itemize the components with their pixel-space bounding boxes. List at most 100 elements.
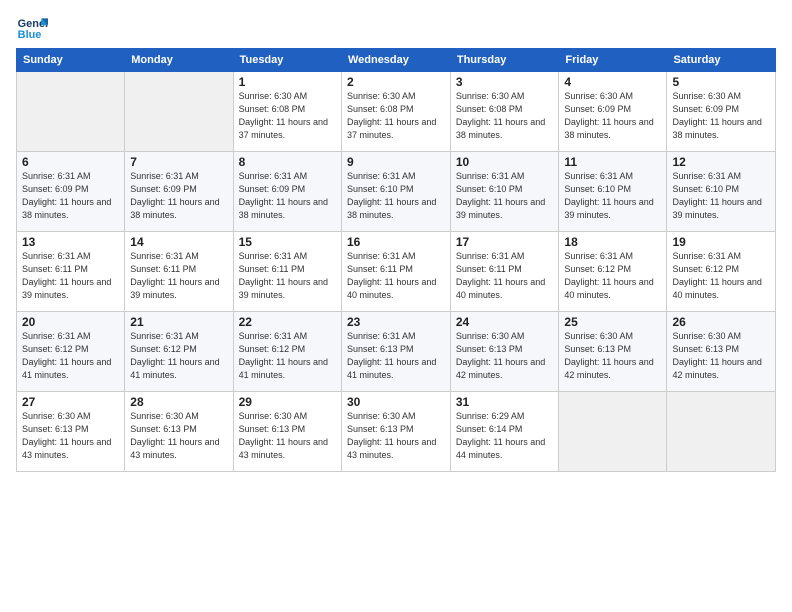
calendar-cell <box>559 392 667 472</box>
day-number: 28 <box>130 395 227 409</box>
calendar-cell: 6Sunrise: 6:31 AM Sunset: 6:09 PM Daylig… <box>17 152 125 232</box>
day-number: 1 <box>239 75 336 89</box>
calendar-cell: 22Sunrise: 6:31 AM Sunset: 6:12 PM Dayli… <box>233 312 341 392</box>
day-info: Sunrise: 6:31 AM Sunset: 6:12 PM Dayligh… <box>22 330 119 382</box>
calendar-cell: 3Sunrise: 6:30 AM Sunset: 6:08 PM Daylig… <box>450 72 559 152</box>
calendar-cell: 20Sunrise: 6:31 AM Sunset: 6:12 PM Dayli… <box>17 312 125 392</box>
calendar-cell: 2Sunrise: 6:30 AM Sunset: 6:08 PM Daylig… <box>341 72 450 152</box>
calendar-cell: 21Sunrise: 6:31 AM Sunset: 6:12 PM Dayli… <box>125 312 233 392</box>
day-info: Sunrise: 6:30 AM Sunset: 6:09 PM Dayligh… <box>672 90 770 142</box>
calendar-cell: 1Sunrise: 6:30 AM Sunset: 6:08 PM Daylig… <box>233 72 341 152</box>
day-info: Sunrise: 6:31 AM Sunset: 6:12 PM Dayligh… <box>672 250 770 302</box>
day-info: Sunrise: 6:31 AM Sunset: 6:11 PM Dayligh… <box>456 250 554 302</box>
day-info: Sunrise: 6:31 AM Sunset: 6:10 PM Dayligh… <box>564 170 661 222</box>
calendar-cell: 14Sunrise: 6:31 AM Sunset: 6:11 PM Dayli… <box>125 232 233 312</box>
col-header-tuesday: Tuesday <box>233 49 341 72</box>
day-info: Sunrise: 6:31 AM Sunset: 6:10 PM Dayligh… <box>672 170 770 222</box>
calendar-cell: 15Sunrise: 6:31 AM Sunset: 6:11 PM Dayli… <box>233 232 341 312</box>
calendar-cell <box>125 72 233 152</box>
day-info: Sunrise: 6:31 AM Sunset: 6:11 PM Dayligh… <box>130 250 227 302</box>
calendar-cell: 4Sunrise: 6:30 AM Sunset: 6:09 PM Daylig… <box>559 72 667 152</box>
day-info: Sunrise: 6:31 AM Sunset: 6:12 PM Dayligh… <box>564 250 661 302</box>
day-info: Sunrise: 6:30 AM Sunset: 6:08 PM Dayligh… <box>347 90 445 142</box>
col-header-wednesday: Wednesday <box>341 49 450 72</box>
day-info: Sunrise: 6:30 AM Sunset: 6:13 PM Dayligh… <box>564 330 661 382</box>
day-info: Sunrise: 6:31 AM Sunset: 6:09 PM Dayligh… <box>130 170 227 222</box>
day-number: 30 <box>347 395 445 409</box>
calendar-cell: 30Sunrise: 6:30 AM Sunset: 6:13 PM Dayli… <box>341 392 450 472</box>
calendar-cell: 5Sunrise: 6:30 AM Sunset: 6:09 PM Daylig… <box>667 72 776 152</box>
calendar-cell: 19Sunrise: 6:31 AM Sunset: 6:12 PM Dayli… <box>667 232 776 312</box>
day-number: 5 <box>672 75 770 89</box>
calendar-cell: 25Sunrise: 6:30 AM Sunset: 6:13 PM Dayli… <box>559 312 667 392</box>
day-number: 10 <box>456 155 554 169</box>
day-info: Sunrise: 6:31 AM Sunset: 6:13 PM Dayligh… <box>347 330 445 382</box>
calendar-cell: 8Sunrise: 6:31 AM Sunset: 6:09 PM Daylig… <box>233 152 341 232</box>
calendar-cell: 16Sunrise: 6:31 AM Sunset: 6:11 PM Dayli… <box>341 232 450 312</box>
calendar-cell: 10Sunrise: 6:31 AM Sunset: 6:10 PM Dayli… <box>450 152 559 232</box>
day-info: Sunrise: 6:30 AM Sunset: 6:13 PM Dayligh… <box>456 330 554 382</box>
day-info: Sunrise: 6:31 AM Sunset: 6:10 PM Dayligh… <box>347 170 445 222</box>
day-info: Sunrise: 6:31 AM Sunset: 6:11 PM Dayligh… <box>239 250 336 302</box>
day-number: 7 <box>130 155 227 169</box>
calendar-cell: 17Sunrise: 6:31 AM Sunset: 6:11 PM Dayli… <box>450 232 559 312</box>
day-number: 2 <box>347 75 445 89</box>
calendar-cell <box>17 72 125 152</box>
col-header-saturday: Saturday <box>667 49 776 72</box>
day-number: 12 <box>672 155 770 169</box>
day-number: 8 <box>239 155 336 169</box>
svg-text:Blue: Blue <box>18 29 42 41</box>
day-info: Sunrise: 6:31 AM Sunset: 6:12 PM Dayligh… <box>130 330 227 382</box>
day-number: 25 <box>564 315 661 329</box>
day-info: Sunrise: 6:31 AM Sunset: 6:11 PM Dayligh… <box>347 250 445 302</box>
calendar-cell: 26Sunrise: 6:30 AM Sunset: 6:13 PM Dayli… <box>667 312 776 392</box>
calendar-cell: 13Sunrise: 6:31 AM Sunset: 6:11 PM Dayli… <box>17 232 125 312</box>
day-number: 3 <box>456 75 554 89</box>
day-number: 20 <box>22 315 119 329</box>
day-info: Sunrise: 6:30 AM Sunset: 6:13 PM Dayligh… <box>239 410 336 462</box>
calendar-cell: 31Sunrise: 6:29 AM Sunset: 6:14 PM Dayli… <box>450 392 559 472</box>
calendar-cell: 24Sunrise: 6:30 AM Sunset: 6:13 PM Dayli… <box>450 312 559 392</box>
day-number: 18 <box>564 235 661 249</box>
day-info: Sunrise: 6:31 AM Sunset: 6:09 PM Dayligh… <box>239 170 336 222</box>
day-info: Sunrise: 6:31 AM Sunset: 6:12 PM Dayligh… <box>239 330 336 382</box>
day-number: 16 <box>347 235 445 249</box>
day-number: 23 <box>347 315 445 329</box>
calendar-cell: 18Sunrise: 6:31 AM Sunset: 6:12 PM Dayli… <box>559 232 667 312</box>
day-number: 6 <box>22 155 119 169</box>
day-number: 22 <box>239 315 336 329</box>
day-number: 26 <box>672 315 770 329</box>
day-info: Sunrise: 6:30 AM Sunset: 6:13 PM Dayligh… <box>130 410 227 462</box>
day-number: 29 <box>239 395 336 409</box>
calendar-cell: 27Sunrise: 6:30 AM Sunset: 6:13 PM Dayli… <box>17 392 125 472</box>
day-number: 27 <box>22 395 119 409</box>
day-info: Sunrise: 6:30 AM Sunset: 6:09 PM Dayligh… <box>564 90 661 142</box>
day-number: 15 <box>239 235 336 249</box>
calendar-cell <box>667 392 776 472</box>
calendar-cell: 12Sunrise: 6:31 AM Sunset: 6:10 PM Dayli… <box>667 152 776 232</box>
calendar-cell: 7Sunrise: 6:31 AM Sunset: 6:09 PM Daylig… <box>125 152 233 232</box>
day-number: 31 <box>456 395 554 409</box>
day-number: 17 <box>456 235 554 249</box>
day-info: Sunrise: 6:30 AM Sunset: 6:08 PM Dayligh… <box>239 90 336 142</box>
col-header-sunday: Sunday <box>17 49 125 72</box>
calendar-cell: 23Sunrise: 6:31 AM Sunset: 6:13 PM Dayli… <box>341 312 450 392</box>
day-number: 4 <box>564 75 661 89</box>
day-info: Sunrise: 6:31 AM Sunset: 6:11 PM Dayligh… <box>22 250 119 302</box>
day-number: 11 <box>564 155 661 169</box>
day-info: Sunrise: 6:30 AM Sunset: 6:08 PM Dayligh… <box>456 90 554 142</box>
calendar: SundayMondayTuesdayWednesdayThursdayFrid… <box>16 48 776 472</box>
day-info: Sunrise: 6:31 AM Sunset: 6:10 PM Dayligh… <box>456 170 554 222</box>
day-number: 19 <box>672 235 770 249</box>
day-info: Sunrise: 6:30 AM Sunset: 6:13 PM Dayligh… <box>22 410 119 462</box>
calendar-cell: 28Sunrise: 6:30 AM Sunset: 6:13 PM Dayli… <box>125 392 233 472</box>
logo: General Blue <box>16 10 52 42</box>
calendar-cell: 29Sunrise: 6:30 AM Sunset: 6:13 PM Dayli… <box>233 392 341 472</box>
col-header-friday: Friday <box>559 49 667 72</box>
day-number: 21 <box>130 315 227 329</box>
col-header-thursday: Thursday <box>450 49 559 72</box>
day-info: Sunrise: 6:30 AM Sunset: 6:13 PM Dayligh… <box>672 330 770 382</box>
day-number: 14 <box>130 235 227 249</box>
calendar-cell: 9Sunrise: 6:31 AM Sunset: 6:10 PM Daylig… <box>341 152 450 232</box>
day-info: Sunrise: 6:30 AM Sunset: 6:13 PM Dayligh… <box>347 410 445 462</box>
